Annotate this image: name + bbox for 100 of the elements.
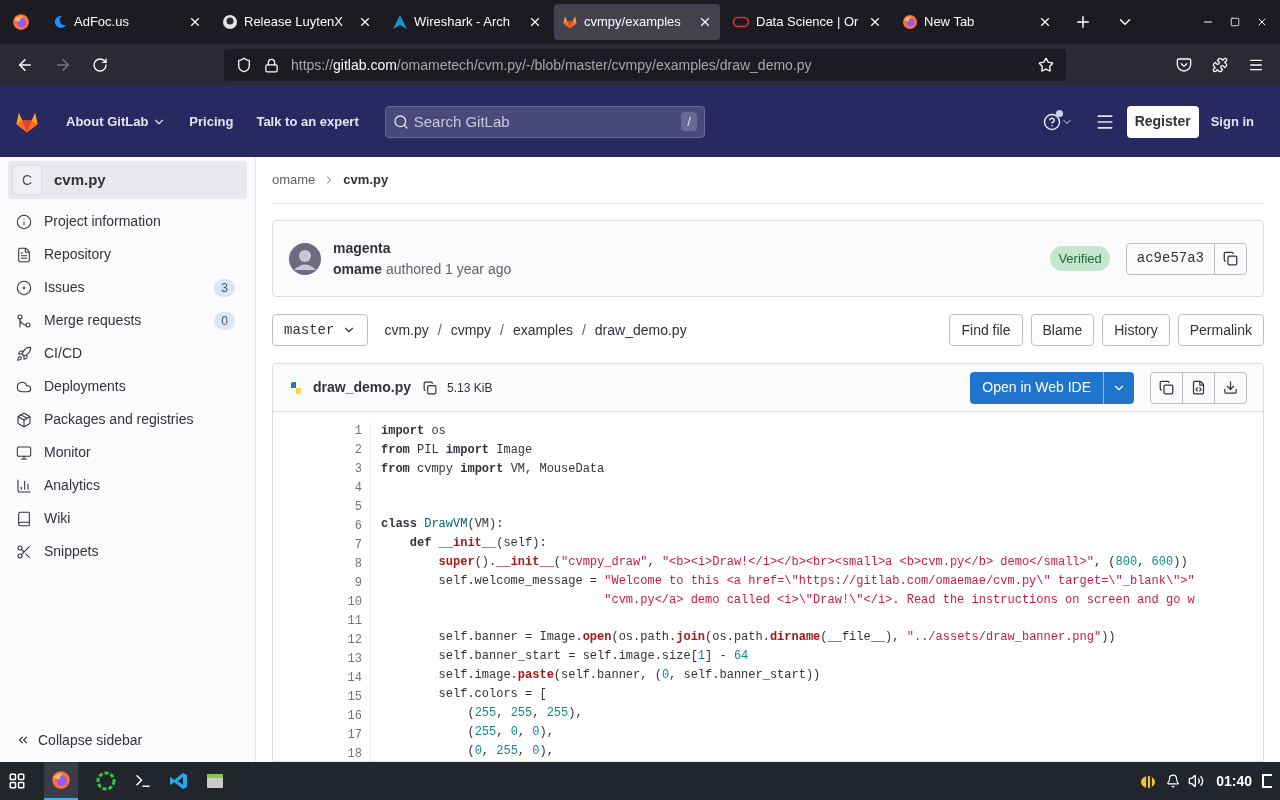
code-line: "cvm.py</a> demo called <i>\"Draw!\"</i>. Read the instructions on screen and go w bbox=[603, 592, 1195, 609]
volume-icon[interactable] bbox=[1188, 773, 1205, 789]
sidebar-item[interactable]: Merge requests 0 bbox=[8, 304, 247, 337]
extensions-icon[interactable] bbox=[1212, 57, 1228, 73]
close-icon[interactable] bbox=[528, 15, 542, 29]
browser-tab[interactable]: New Tab bbox=[894, 4, 1060, 40]
browser-tab[interactable]: cvmpy/examples bbox=[554, 4, 720, 40]
register-button[interactable]: Register bbox=[1126, 105, 1199, 138]
chart-icon bbox=[16, 477, 32, 494]
issues-icon bbox=[16, 279, 32, 296]
line-number[interactable]: 18 bbox=[347, 745, 362, 761]
code-line: (255, 255, 255), bbox=[466, 705, 584, 722]
close-icon[interactable] bbox=[1038, 15, 1052, 29]
line-number[interactable]: 8 bbox=[354, 555, 362, 574]
app-launcher-icon[interactable] bbox=[8, 772, 26, 790]
line-number[interactable]: 5 bbox=[354, 498, 362, 517]
line-number[interactable]: 4 bbox=[354, 479, 362, 498]
browser-logo-icon bbox=[902, 14, 918, 30]
commit-title[interactable]: magenta bbox=[333, 237, 512, 259]
notification-icon[interactable] bbox=[1166, 774, 1181, 788]
maximize-icon[interactable] bbox=[1230, 17, 1240, 27]
line-number[interactable]: 11 bbox=[347, 612, 362, 631]
shield-icon[interactable] bbox=[236, 57, 252, 73]
code-line: (0, 255, 0), bbox=[466, 743, 555, 760]
file-manager-icon[interactable] bbox=[206, 772, 224, 790]
line-number[interactable]: 12 bbox=[347, 631, 362, 650]
sidebar-item[interactable]: CI/CD bbox=[8, 337, 247, 370]
copy-icon bbox=[1159, 380, 1174, 395]
triangle-logo-icon bbox=[392, 14, 408, 30]
open-web-ide-button[interactable]: Open in Web IDE bbox=[970, 371, 1103, 404]
line-number[interactable]: 7 bbox=[354, 536, 362, 555]
close-icon[interactable] bbox=[188, 15, 202, 29]
project-header[interactable]: C cvm.py bbox=[8, 161, 247, 199]
clock[interactable]: 01:40 bbox=[1216, 770, 1252, 792]
sidebar-item[interactable]: Project information bbox=[8, 205, 247, 238]
browser-tab[interactable]: Release LuytenX bbox=[214, 4, 380, 40]
code-line: import os bbox=[381, 423, 447, 440]
line-number[interactable]: 14 bbox=[347, 669, 362, 688]
forward-icon[interactable] bbox=[54, 56, 72, 74]
sign-in-link[interactable]: Sign in bbox=[1210, 111, 1254, 132]
close-icon[interactable] bbox=[1256, 16, 1268, 28]
line-number[interactable]: 3 bbox=[354, 460, 362, 479]
menu-icon[interactable] bbox=[1248, 57, 1264, 73]
line-number[interactable]: 1 bbox=[354, 422, 362, 441]
line-number[interactable]: 17 bbox=[347, 726, 362, 745]
line-number[interactable]: 9 bbox=[354, 574, 362, 593]
close-icon[interactable] bbox=[698, 15, 712, 29]
sidebar-item[interactable]: Monitor bbox=[8, 436, 247, 469]
nav-link[interactable]: Talk to an expert bbox=[256, 111, 359, 132]
sidebar-item[interactable]: Repository bbox=[8, 238, 247, 271]
new-tab-icon[interactable] bbox=[1074, 13, 1092, 31]
nav-link[interactable]: Pricing bbox=[189, 111, 234, 132]
nav-link[interactable]: About GitLab bbox=[66, 111, 167, 132]
line-number[interactable]: 10 bbox=[347, 593, 362, 612]
pocket-icon[interactable] bbox=[1176, 57, 1192, 73]
browser-tab[interactable]: Data Science | Or bbox=[724, 4, 890, 40]
search-icon bbox=[392, 113, 409, 130]
dropdown-button[interactable] bbox=[1103, 371, 1134, 404]
sidebar-item[interactable]: Deployments bbox=[8, 370, 247, 403]
line-number[interactable]: 16 bbox=[347, 707, 362, 726]
close-icon[interactable] bbox=[868, 15, 882, 29]
code-line: from PIL import Image bbox=[381, 442, 534, 459]
reload-icon[interactable] bbox=[92, 57, 108, 73]
line-number[interactable]: 2 bbox=[354, 441, 362, 460]
close-icon[interactable] bbox=[358, 15, 372, 29]
browser-tab[interactable]: AdFoc.us bbox=[44, 4, 210, 40]
path-link[interactable]: cvmpy bbox=[450, 319, 492, 341]
verified-badge[interactable]: Verified bbox=[1050, 245, 1110, 272]
help-icon[interactable] bbox=[1042, 112, 1073, 131]
path-link[interactable]: draw_demo.py bbox=[594, 319, 687, 341]
sidebar-item[interactable]: Issues 3 bbox=[8, 271, 247, 304]
collapse-sidebar-button[interactable]: Collapse sidebar bbox=[8, 720, 247, 760]
logout-icon[interactable] bbox=[1262, 774, 1272, 788]
action-button[interactable]: Find file bbox=[949, 314, 1023, 346]
path-link[interactable]: examples bbox=[513, 319, 573, 341]
copy-icon[interactable] bbox=[423, 380, 438, 395]
terminal-icon[interactable] bbox=[134, 772, 152, 790]
address-bar[interactable]: https://gitlab.com/omametech/cvm.py/-/blob/master/cvmpy/examples/draw_demo.py bbox=[224, 49, 1066, 81]
lock-icon bbox=[264, 57, 279, 73]
ring-app-icon[interactable] bbox=[96, 771, 116, 791]
path-link[interactable]: cvm.py bbox=[384, 319, 429, 341]
breadcrumb-link[interactable]: cvm.py bbox=[343, 170, 389, 190]
line-number[interactable]: 13 bbox=[347, 650, 362, 669]
action-button[interactable]: Permalink bbox=[1177, 314, 1264, 346]
branch-dropdown[interactable]: master bbox=[272, 314, 369, 346]
author-link[interactable]: omame bbox=[333, 260, 383, 277]
sidebar-item[interactable]: Packages and registries bbox=[8, 403, 247, 436]
line-number[interactable]: 15 bbox=[347, 688, 362, 707]
sidebar-item[interactable]: Analytics bbox=[8, 469, 247, 502]
browser-tab[interactable]: Wireshark - Arch bbox=[384, 4, 550, 40]
sidebar-item[interactable]: Snippets bbox=[8, 535, 247, 568]
sidebar-item[interactable]: Wiki bbox=[8, 502, 247, 535]
line-number[interactable]: 6 bbox=[354, 517, 362, 536]
code-editor-icon[interactable] bbox=[170, 772, 188, 790]
code-line: super().__init__("cvmpy_draw", "<b><i>Draw!</i></b><br><small>a <b>cvm.py</b> demo</small>", (800, 600)) bbox=[437, 554, 1189, 571]
back-icon[interactable] bbox=[16, 56, 34, 74]
action-button[interactable]: Blame bbox=[1030, 314, 1095, 346]
breadcrumb-link[interactable]: omame bbox=[272, 170, 316, 190]
action-button[interactable]: History bbox=[1102, 314, 1170, 346]
bookmark-icon[interactable] bbox=[1038, 57, 1054, 73]
